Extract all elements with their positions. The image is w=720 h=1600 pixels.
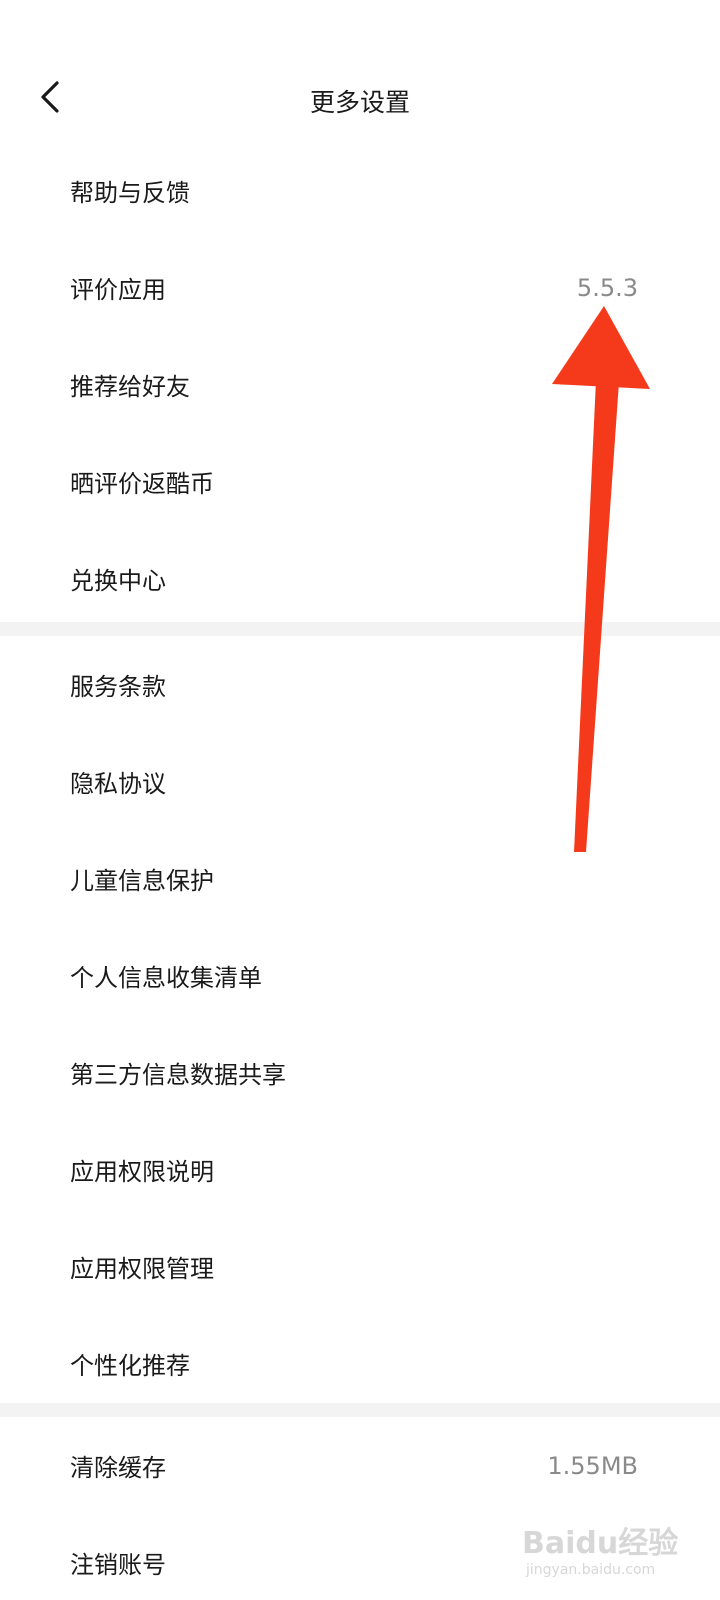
settings-item-third-party-sharing[interactable]: 第三方信息数据共享 bbox=[0, 1024, 720, 1121]
chevron-left-icon bbox=[41, 81, 59, 113]
settings-item-rate-app[interactable]: 评价应用 5.5.3 bbox=[0, 239, 720, 336]
settings-item-label: 推荐给好友 bbox=[70, 373, 190, 401]
settings-item-label: 兑换中心 bbox=[70, 567, 166, 595]
settings-item-label: 清除缓存 bbox=[70, 1454, 166, 1482]
settings-item-label: 个性化推荐 bbox=[70, 1352, 190, 1380]
section-divider bbox=[0, 1403, 720, 1417]
settings-item-label: 应用权限说明 bbox=[70, 1158, 214, 1186]
settings-item-terms[interactable]: 服务条款 bbox=[0, 636, 720, 733]
settings-item-label: 评价应用 bbox=[70, 276, 166, 304]
app-version-value: 5.5.3 bbox=[576, 273, 638, 302]
settings-item-label: 儿童信息保护 bbox=[70, 867, 214, 895]
settings-item-redeem-center[interactable]: 兑换中心 bbox=[0, 530, 720, 627]
settings-item-clear-cache[interactable]: 清除缓存 1.55MB bbox=[0, 1417, 720, 1514]
settings-item-label: 个人信息收集清单 bbox=[70, 964, 262, 992]
settings-group-general: 帮助与反馈 评价应用 5.5.3 推荐给好友 晒评价返酷币 兑换中心 bbox=[0, 142, 720, 627]
settings-item-review-coins[interactable]: 晒评价返酷币 bbox=[0, 433, 720, 530]
settings-item-label: 帮助与反馈 bbox=[70, 179, 190, 207]
header-bar: 更多设置 bbox=[0, 55, 720, 151]
settings-item-permission-info[interactable]: 应用权限说明 bbox=[0, 1121, 720, 1218]
settings-item-personalized[interactable]: 个性化推荐 bbox=[0, 1315, 720, 1412]
settings-item-label: 第三方信息数据共享 bbox=[70, 1061, 286, 1089]
cache-size-value: 1.55MB bbox=[547, 1451, 638, 1480]
settings-item-permission-manage[interactable]: 应用权限管理 bbox=[0, 1218, 720, 1315]
settings-item-info-collection[interactable]: 个人信息收集清单 bbox=[0, 927, 720, 1024]
settings-item-label: 应用权限管理 bbox=[70, 1255, 214, 1283]
section-divider bbox=[0, 622, 720, 636]
settings-item-privacy[interactable]: 隐私协议 bbox=[0, 733, 720, 830]
page-title: 更多设置 bbox=[309, 88, 410, 117]
back-button[interactable] bbox=[28, 75, 72, 119]
settings-item-label: 注销账号 bbox=[70, 1551, 166, 1579]
settings-item-delete-account[interactable]: 注销账号 bbox=[0, 1514, 720, 1600]
settings-item-label: 服务条款 bbox=[70, 673, 166, 701]
settings-item-help-feedback[interactable]: 帮助与反馈 bbox=[0, 142, 720, 239]
settings-item-child-protection[interactable]: 儿童信息保护 bbox=[0, 830, 720, 927]
settings-group-legal: 服务条款 隐私协议 儿童信息保护 个人信息收集清单 第三方信息数据共享 应用权限… bbox=[0, 636, 720, 1412]
settings-item-recommend-friend[interactable]: 推荐给好友 bbox=[0, 336, 720, 433]
settings-item-label: 晒评价返酷币 bbox=[70, 470, 214, 498]
settings-group-account: 清除缓存 1.55MB 注销账号 bbox=[0, 1417, 720, 1600]
settings-item-label: 隐私协议 bbox=[70, 770, 166, 798]
